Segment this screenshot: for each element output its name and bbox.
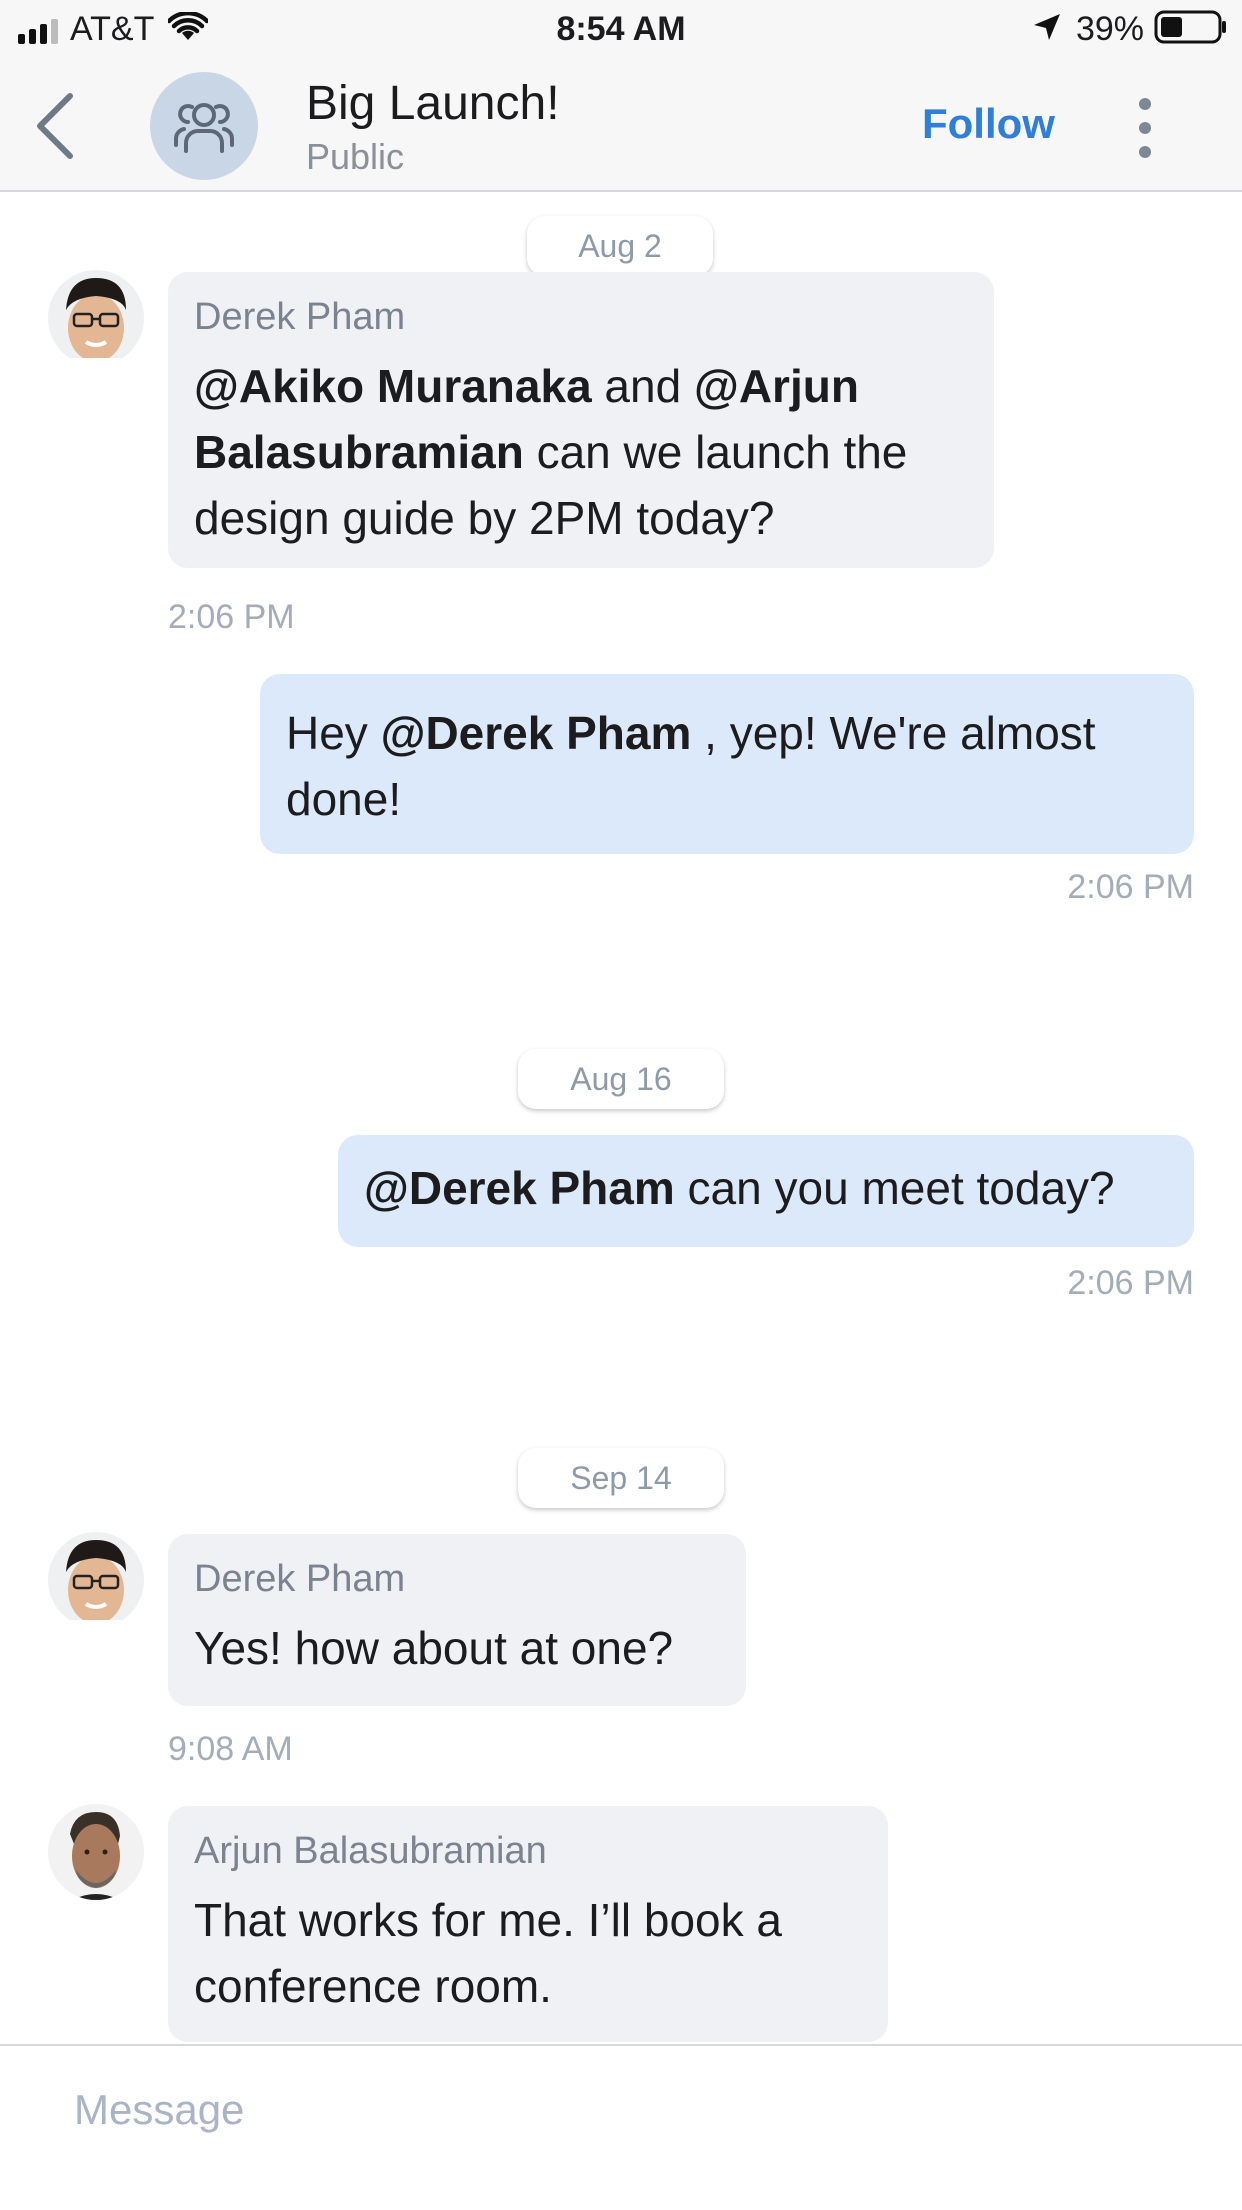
conversation-visibility: Public: [306, 136, 405, 177]
avatar-derek-pham[interactable]: [48, 1532, 144, 1628]
sender-name: Arjun Balasubramian: [194, 1830, 547, 1872]
group-avatar[interactable]: [150, 72, 258, 180]
location-arrow-icon: [1032, 12, 1062, 47]
group-icon: [174, 103, 234, 153]
follow-button[interactable]: Follow: [922, 100, 1055, 148]
message-text: That works for me. I’ll book a conferenc…: [194, 1894, 782, 2012]
message-list[interactable]: Aug 2 Derek Pham @Akiko Muranaka and @Ar…: [0, 192, 1242, 2042]
date-separator: Sep 14: [518, 1448, 724, 1508]
message-text: Yes! how about at one?: [194, 1622, 674, 1674]
avatar-derek-pham[interactable]: [48, 270, 144, 366]
message-timestamp: 9:08 AM: [168, 1730, 293, 1768]
message-bubble[interactable]: Arjun Balasubramian That works for me. I…: [168, 1806, 888, 2042]
message-composer: [0, 2044, 1242, 2210]
message-timestamp: 2:06 PM: [168, 598, 295, 636]
more-options-button[interactable]: [1130, 98, 1160, 158]
battery-icon: [1154, 10, 1228, 49]
message-bubble[interactable]: Derek Pham @Akiko Muranaka and @Arjun Ba…: [168, 272, 994, 568]
message-text: @Akiko Muranaka and @Arjun Balasubramian…: [194, 360, 908, 544]
mention[interactable]: @Derek Pham: [381, 707, 692, 759]
status-right: 39%: [1032, 10, 1228, 49]
mention[interactable]: @Derek Pham: [364, 1162, 675, 1214]
battery-percentage: 39%: [1075, 10, 1144, 48]
avatar-arjun-balasubramian[interactable]: [48, 1804, 144, 1900]
back-button[interactable]: [30, 90, 86, 162]
message-input[interactable]: [44, 2070, 1242, 2150]
message-bubble[interactable]: Hey @Derek Pham , yep! We're almost done…: [260, 674, 1194, 854]
status-bar: AT&T 8:54 AM 39%: [0, 0, 1242, 62]
date-separator: Aug 16: [518, 1049, 724, 1109]
message-bubble[interactable]: Derek Pham Yes! how about at one?: [168, 1534, 746, 1706]
message-bubble[interactable]: @Derek Pham can you meet today?: [338, 1135, 1194, 1247]
date-separator: Aug 2: [527, 216, 713, 276]
chevron-left-icon: [37, 93, 73, 159]
sender-name: Derek Pham: [194, 296, 406, 338]
conversation-header: Big Launch! Public Follow: [0, 62, 1242, 192]
message-timestamp: 2:06 PM: [1067, 1264, 1194, 1302]
sender-name: Derek Pham: [194, 1558, 406, 1600]
more-vertical-icon: [1139, 98, 1151, 110]
mention[interactable]: @Akiko Muranaka: [194, 360, 592, 412]
conversation-title: Big Launch!: [306, 77, 560, 130]
message-text: Hey @Derek Pham , yep! We're almost done…: [286, 707, 1096, 825]
message-timestamp: 2:06 PM: [1067, 868, 1194, 906]
message-text: @Derek Pham can you meet today?: [364, 1162, 1115, 1214]
